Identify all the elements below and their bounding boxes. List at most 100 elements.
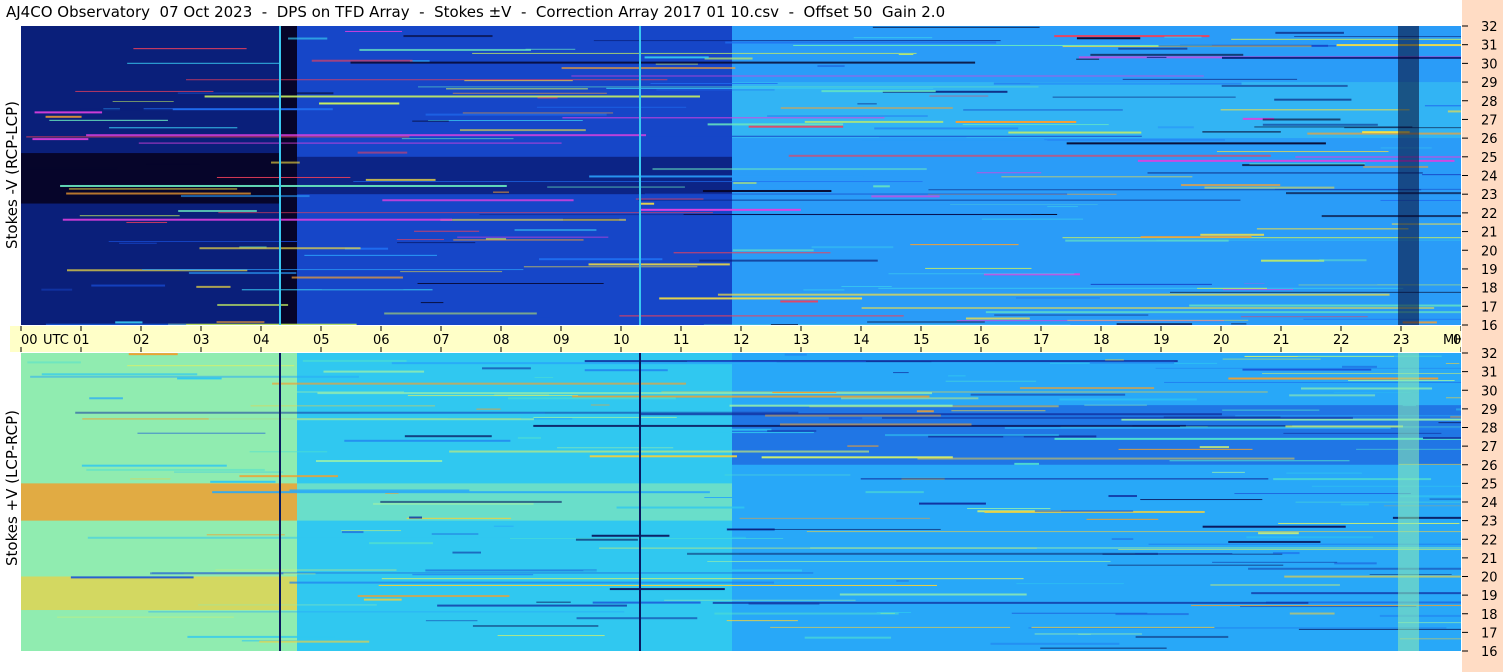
spectrogram-streak xyxy=(1067,319,1249,321)
x-tick-label: 12 xyxy=(733,333,750,348)
spectrogram-streak xyxy=(547,186,685,188)
spectrogram-streak xyxy=(1297,355,1442,357)
spectrogram-streak xyxy=(534,376,554,378)
spectrogram-streak xyxy=(857,103,877,105)
spectrogram-streak xyxy=(872,26,1040,28)
spectrogram-streak xyxy=(1342,365,1377,368)
spectrogram-streak xyxy=(130,478,171,480)
spectrogram-streak xyxy=(137,432,266,434)
spectrogram-streak xyxy=(127,62,280,64)
x-tick-label: 10 xyxy=(613,333,630,348)
spectrogram-streak xyxy=(896,580,909,582)
spectrogram-streak xyxy=(640,202,655,205)
spectrogram-streak xyxy=(1234,493,1411,495)
spectrogram-streak xyxy=(1303,318,1461,320)
spectrogram-streak xyxy=(476,408,501,410)
spectrogram-streak xyxy=(41,288,73,291)
spectrogram-streak xyxy=(112,101,174,103)
spectrogram-streak xyxy=(1298,628,1461,630)
spectrogram-streak xyxy=(457,236,609,238)
spectrogram-streak xyxy=(1052,96,1236,98)
spectrogram-streak xyxy=(431,533,479,535)
spectrogram-streak xyxy=(1248,567,1461,570)
spectrogram-streak xyxy=(910,244,1019,246)
spectrogram-streak xyxy=(804,636,892,639)
spectrogram-streak xyxy=(828,417,863,420)
spectrogram-streak xyxy=(704,497,893,499)
time-marker-line xyxy=(279,353,281,651)
spectrogram-streak xyxy=(150,572,284,575)
spectrogram-streak xyxy=(839,593,1027,596)
spectrogram-streak xyxy=(850,204,1147,206)
spectrogram-streak xyxy=(1334,562,1377,565)
spectrogram-streak xyxy=(210,480,276,483)
spectrogram-streak xyxy=(1204,186,1335,189)
spectrogram-streak xyxy=(881,416,1353,419)
spectrogram-streak xyxy=(357,595,510,598)
spectrogram-streak xyxy=(302,359,407,362)
time-marker-line xyxy=(639,353,641,651)
spectrogram-streak xyxy=(1275,31,1344,34)
x-tick-label: 04 xyxy=(253,333,270,348)
spectrogram-region xyxy=(279,26,297,325)
spectrogram-streak xyxy=(1422,174,1461,176)
spectrogram-streak xyxy=(417,282,604,284)
spectrogram-streak xyxy=(1202,131,1281,133)
spectrogram-streak xyxy=(407,395,579,397)
spectrogram-streak xyxy=(599,547,1037,549)
spectrogram-streak xyxy=(32,138,89,141)
spectrogram-streak xyxy=(873,185,890,188)
spectrogram-streak xyxy=(1111,538,1134,540)
spectrogram-streak xyxy=(1212,471,1245,473)
spectrogram-streak xyxy=(128,353,178,356)
spectrogram-streak xyxy=(1202,525,1346,528)
spectrogram-streak xyxy=(401,138,514,140)
spectrogram-streak xyxy=(1448,488,1461,491)
spectrogram-streak xyxy=(208,418,534,421)
spectrogram-streak xyxy=(1210,584,1340,586)
spectrogram-streak xyxy=(217,303,289,306)
spectrogram-streak xyxy=(963,109,1123,111)
spectrogram-streak xyxy=(888,273,1075,275)
spectrogram-streak xyxy=(589,175,864,178)
spectrogram-streak xyxy=(962,124,1109,126)
spectrogram-streak xyxy=(994,314,1149,316)
spectrogram-streak xyxy=(929,95,989,97)
spectrogram-streak xyxy=(1169,460,1350,462)
spectrogram-streak xyxy=(70,576,194,579)
spectrogram-streak xyxy=(146,163,200,165)
spectrogram-streak xyxy=(404,435,492,438)
spectrogram-streak xyxy=(1122,78,1298,80)
spectrogram-streak xyxy=(396,239,444,241)
spectrogram-streak xyxy=(644,56,709,59)
spectrogram-streak xyxy=(714,612,899,615)
x-tick-label: 14 xyxy=(853,333,870,348)
spectrogram-streak xyxy=(482,367,531,370)
spectrogram-streak xyxy=(1447,110,1461,113)
spectrogram-streak xyxy=(707,123,844,126)
spectrogram-streak xyxy=(925,267,1032,269)
spectrogram-streak xyxy=(89,397,123,400)
spectrogram-stokes-plus-v xyxy=(21,353,1461,651)
spectrogram-streak xyxy=(871,195,940,198)
spectrogram-streak xyxy=(27,167,118,170)
spectrogram-streak xyxy=(765,414,941,417)
spectrogram-streak xyxy=(1340,503,1369,506)
spectrogram-streak xyxy=(1065,239,1229,242)
spectrogram-streak xyxy=(1029,221,1214,223)
spectrogram-streak xyxy=(592,601,701,604)
spectrogram-streak xyxy=(1220,109,1410,111)
spectrogram-streak xyxy=(206,534,285,536)
spectrogram-streak xyxy=(464,80,573,82)
spectrogram-streak xyxy=(420,302,444,304)
spectrogram-streak xyxy=(418,86,1039,88)
spectrogram-streak xyxy=(289,489,470,492)
spectrogram-streak xyxy=(1284,575,1461,578)
spectrogram-streak xyxy=(575,538,638,541)
spectrogram-streak xyxy=(1140,235,1252,238)
spectrogram-streak xyxy=(216,176,351,178)
spectrogram-streak xyxy=(1274,188,1461,190)
spectrogram-streak xyxy=(656,89,775,91)
x-tick-label: 13 xyxy=(793,333,810,348)
spectrogram-streak xyxy=(965,317,1030,320)
